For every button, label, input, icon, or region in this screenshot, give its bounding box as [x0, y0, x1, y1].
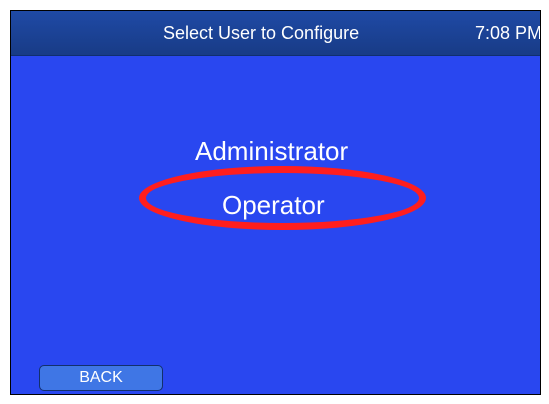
- device-frame: Select User to Configure 7:08 PM Adminis…: [0, 0, 549, 404]
- screen: Select User to Configure 7:08 PM Adminis…: [10, 10, 541, 395]
- back-button[interactable]: BACK: [39, 365, 163, 391]
- clock: 7:08 PM: [474, 23, 541, 43]
- menu-item-administrator[interactable]: Administrator: [195, 136, 348, 167]
- menu-item-operator[interactable]: Operator: [222, 190, 325, 221]
- title-bar: Select User to Configure 7:08 PM: [11, 11, 541, 56]
- page-title: Select User to Configure: [163, 23, 360, 43]
